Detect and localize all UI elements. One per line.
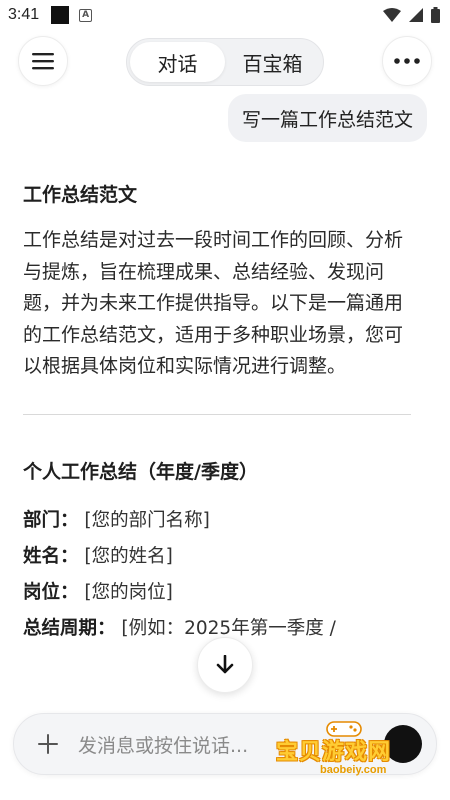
- status-time: 3:41: [8, 6, 40, 23]
- add-attachment-button[interactable]: [34, 730, 62, 758]
- answer-title: 工作总结范文: [23, 184, 138, 206]
- field-value: [例如：2025年第一季度 /: [121, 617, 336, 639]
- field-label: 姓名：: [23, 545, 79, 567]
- watermark-text: 宝贝游戏网: [276, 740, 392, 765]
- answer-intro: 工作总结是对过去一段时间工作的回顾、分析与提炼，旨在梳理成果、总结经验、发现问题…: [23, 229, 404, 377]
- field-label: 岗位：: [23, 581, 79, 603]
- field-value: [您的岗位]: [84, 581, 173, 603]
- divider: [23, 413, 411, 415]
- field-department: 部门： [您的部门名称]: [23, 503, 415, 539]
- more-options-button[interactable]: [382, 36, 432, 86]
- tab-toolbox[interactable]: 百宝箱: [225, 42, 320, 82]
- more-dots-icon: [394, 58, 420, 64]
- notification-a-icon: A: [79, 8, 93, 22]
- signal-icon: [409, 8, 423, 22]
- assistant-answer: 工作总结范文 工作总结是对过去一段时间工作的回顾、分析与提炼，旨在梳理成果、总结…: [23, 180, 415, 647]
- field-value: [您的姓名]: [84, 545, 173, 567]
- field-name: 姓名： [您的姓名]: [23, 539, 415, 575]
- plus-icon: [38, 734, 58, 754]
- field-list: 部门： [您的部门名称] 姓名： [您的姓名] 岗位： [您的岗位] 总结周期：…: [23, 503, 415, 647]
- tab-chat[interactable]: 对话: [130, 42, 225, 82]
- wifi-icon: [383, 8, 401, 22]
- field-position: 岗位： [您的岗位]: [23, 575, 415, 611]
- notification-square-icon: [51, 6, 70, 24]
- scroll-down-button[interactable]: [197, 637, 253, 693]
- answer-subtitle: 个人工作总结（年度/季度）: [23, 460, 258, 483]
- user-message-bubble[interactable]: 写一篇工作总结范文: [227, 94, 427, 142]
- status-bar: 3:41 A: [0, 0, 450, 30]
- arrow-down-icon: [216, 655, 234, 674]
- menu-button[interactable]: [18, 36, 68, 86]
- watermark-url: baobeiy.com: [320, 764, 387, 776]
- field-value: [您的部门名称]: [84, 509, 210, 531]
- battery-icon: [431, 7, 440, 23]
- hamburger-icon: [32, 53, 54, 70]
- top-header: 对话 百宝箱: [0, 36, 450, 88]
- field-label: 总结周期：: [23, 617, 116, 639]
- mode-tabs: 对话 百宝箱: [126, 38, 324, 86]
- field-label: 部门：: [23, 509, 79, 531]
- watermark-logo: 宝贝游戏网 baobeiy.com: [272, 718, 422, 780]
